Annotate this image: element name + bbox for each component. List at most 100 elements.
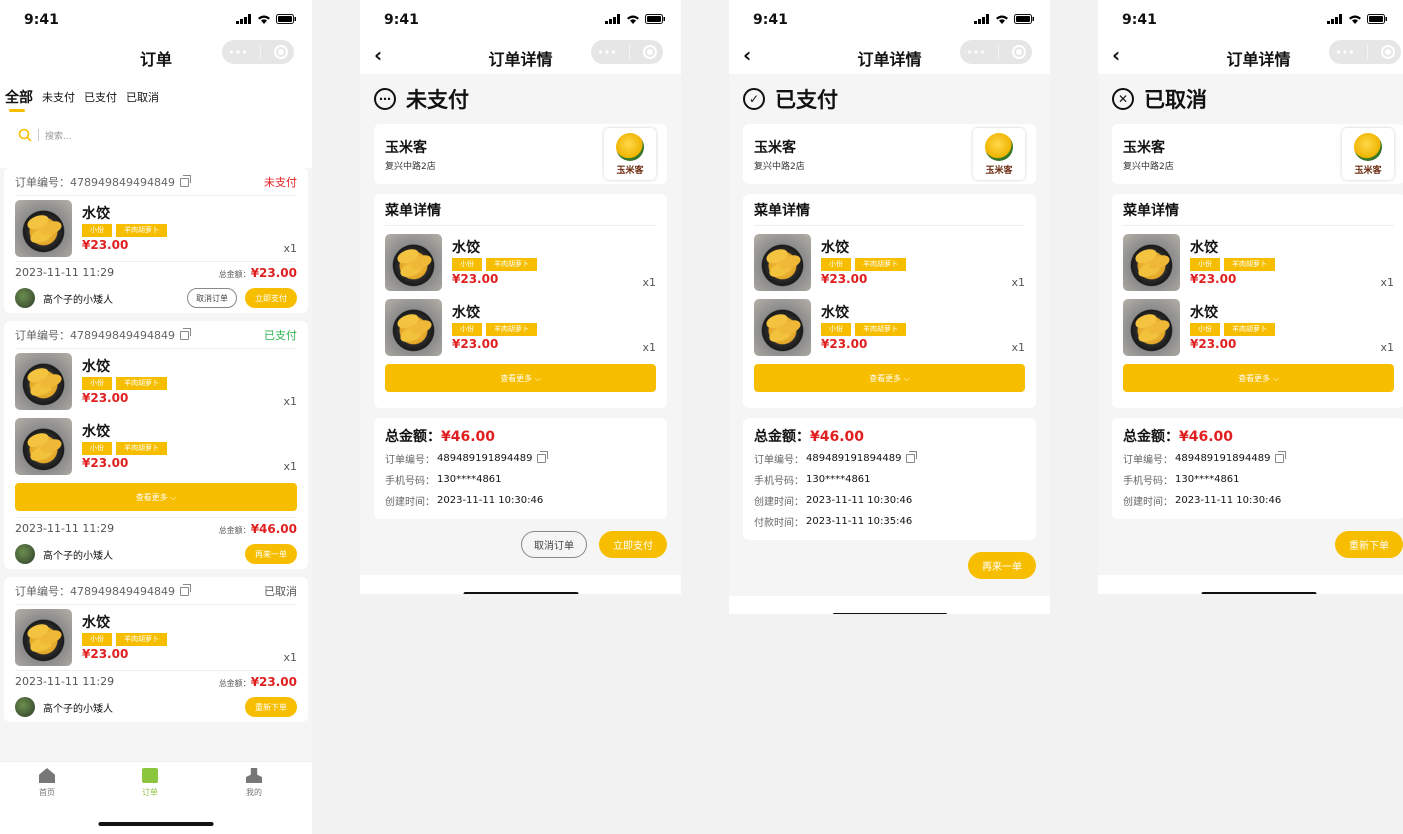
paid-label: 付款时间：: [754, 518, 804, 529]
shop-card[interactable]: 玉米客 复兴中路2店 玉米客: [743, 124, 1036, 184]
order-total-row: 总金额：¥46.00: [1123, 426, 1394, 448]
shop-branch: 复兴中路2店: [754, 161, 805, 172]
phone-label: 手机号码：: [385, 476, 435, 487]
shop-branch: 复兴中路2店: [1123, 161, 1174, 172]
shop-name: 玉米客: [385, 139, 427, 156]
order-number: 订单编号：478949849494849: [15, 584, 175, 598]
copy-icon[interactable]: [537, 451, 549, 463]
size-tag: 小份: [821, 257, 851, 271]
order-total: ¥46.00: [810, 429, 865, 445]
search-icon: [18, 128, 32, 142]
menu-title: 菜单详情: [754, 194, 1025, 226]
order-detail-paid-screen: 9:41 ‹ 订单详情 ••• ✓ 已支付 玉米客 复兴中路2店 玉米客 菜单详情 …: [729, 0, 1050, 614]
order-status: 未支付: [264, 175, 297, 189]
item-price: ¥23.00: [821, 336, 868, 351]
copy-icon[interactable]: [179, 583, 191, 596]
tabbar-item-home[interactable]: 首页: [27, 768, 67, 798]
shop-logo: 玉米客: [1342, 128, 1394, 180]
status-bar: 9:41: [729, 0, 1050, 40]
user-name: 高个子的小矮人: [43, 703, 113, 715]
more-icon[interactable]: •••: [966, 46, 985, 59]
user-name: 高个子的小矮人: [43, 550, 113, 562]
tab-all[interactable]: 全部: [5, 87, 33, 112]
action-bar: 取消订单 立即支付: [360, 531, 681, 575]
order-tabs: 全部 未支付 已支付 已取消: [0, 74, 312, 120]
order-meta: 2023-11-11 11:29 总金额：¥23.00: [15, 261, 297, 283]
order-card[interactable]: 订单编号：478949849494849 未支付 水饺 小份 羊肉胡萝卜 ¥23.…: [4, 168, 308, 313]
item-quantity: x1: [642, 341, 656, 354]
cancel-order-button[interactable]: 取消订单: [187, 288, 237, 308]
item-quantity: x1: [642, 276, 656, 289]
phone-number: 130****4861: [806, 474, 871, 485]
tabbar-item-mine[interactable]: 我的: [234, 768, 274, 798]
system-icons: [974, 14, 1034, 24]
order-total: ¥46.00: [250, 521, 297, 536]
tabbar-item-orders[interactable]: 订单: [130, 768, 170, 798]
created-time-row: 创建时间： 2023-11-11 10:30:46: [754, 490, 1025, 511]
nav-bar: 订单 •••: [0, 40, 312, 74]
mini-program-capsule[interactable]: •••: [960, 40, 1032, 64]
mini-program-capsule[interactable]: •••: [222, 40, 294, 64]
flavor-tag: 羊肉胡萝卜: [1224, 257, 1275, 271]
reorder-button[interactable]: 再来一单: [968, 552, 1036, 579]
view-more-button[interactable]: 查看更多 ⌵: [754, 364, 1025, 392]
view-more-button[interactable]: 查看更多 ⌵: [1123, 364, 1394, 392]
more-icon[interactable]: •••: [597, 46, 616, 59]
list-item: 水饺 小份 羊肉胡萝卜 ¥23.00 x1: [15, 196, 297, 261]
close-circle-icon[interactable]: [642, 45, 657, 59]
mini-program-capsule[interactable]: •••: [591, 40, 663, 64]
system-icons: [1327, 14, 1387, 24]
status-bar: 9:41: [0, 0, 312, 40]
more-icon[interactable]: •••: [1335, 46, 1354, 59]
item-quantity: x1: [1011, 341, 1025, 354]
order-card[interactable]: 订单编号：478949849494849 已取消 水饺 小份 羊肉胡萝卜 ¥23.…: [4, 577, 308, 722]
item-price: ¥23.00: [82, 646, 129, 661]
shop-card[interactable]: 玉米客 复兴中路2店 玉米客: [374, 124, 667, 184]
order-card[interactable]: 订单编号：478949849494849 已支付 水饺 小份 羊肉胡萝卜 ¥23.…: [4, 321, 308, 569]
order-detail-cancelled-screen: 9:41 ‹ 订单详情 ••• ✕ 已取消 玉米客 复兴中路2店 玉米客 菜单详情 …: [1098, 0, 1403, 594]
tab-unpaid[interactable]: 未支付: [42, 89, 75, 105]
close-circle-icon: ✕: [1112, 88, 1134, 110]
copy-icon[interactable]: [179, 327, 191, 340]
order-status-header: ⋯ 未支付: [360, 74, 681, 124]
close-circle-icon[interactable]: [1380, 45, 1395, 59]
mini-program-capsule[interactable]: •••: [1329, 40, 1401, 64]
copy-icon[interactable]: [906, 451, 918, 463]
close-circle-icon[interactable]: [1011, 45, 1026, 59]
check-circle-icon: ✓: [743, 88, 765, 110]
shop-card[interactable]: 玉米客 复兴中路2店 玉米客: [1112, 124, 1403, 184]
search-input[interactable]: 搜索...: [14, 122, 298, 148]
phone-number: 130****4861: [1175, 474, 1240, 485]
close-circle-icon[interactable]: [273, 45, 288, 59]
copy-icon[interactable]: [179, 174, 191, 187]
cancel-order-button[interactable]: 取消订单: [521, 531, 587, 558]
reorder-again-button[interactable]: 重新下单: [1335, 531, 1403, 558]
item-name: 水饺: [821, 239, 849, 256]
pay-now-button[interactable]: 立即支付: [599, 531, 667, 558]
view-more-button[interactable]: 查看更多 ⌵: [15, 483, 297, 511]
corn-icon: [985, 133, 1013, 161]
more-icon[interactable]: •••: [228, 46, 247, 59]
created-time-row: 创建时间： 2023-11-11 10:30:46: [1123, 490, 1394, 511]
copy-icon[interactable]: [1275, 451, 1287, 463]
item-name: 水饺: [821, 304, 849, 321]
reorder-button[interactable]: 再来一单: [245, 544, 297, 564]
tab-cancelled[interactable]: 已取消: [126, 89, 159, 105]
pay-now-button[interactable]: 立即支付: [245, 288, 297, 308]
order-list-screen: 9:41 订单 ••• 全部 未支付 已支付 已取消 搜索... 订单编号：47…: [0, 0, 312, 834]
dumpling-image: [15, 200, 72, 257]
size-tag: 小份: [1190, 322, 1220, 336]
order-total: ¥23.00: [250, 674, 297, 689]
flavor-tag: 羊肉胡萝卜: [855, 322, 906, 336]
view-more-button[interactable]: 查看更多 ⌵: [385, 364, 656, 392]
reorder-again-button[interactable]: 重新下单: [245, 697, 297, 717]
total-label: 总金额：: [218, 269, 251, 279]
created-label: 创建时间：: [754, 497, 804, 508]
flavor-tag: 羊肉胡萝卜: [1224, 322, 1275, 336]
size-tag: 小份: [82, 376, 112, 390]
phone-label: 手机号码：: [1123, 476, 1173, 487]
tab-paid[interactable]: 已支付: [84, 89, 117, 105]
item-name: 水饺: [452, 239, 480, 256]
battery-icon: [276, 14, 296, 24]
status-time: 9:41: [24, 12, 59, 28]
